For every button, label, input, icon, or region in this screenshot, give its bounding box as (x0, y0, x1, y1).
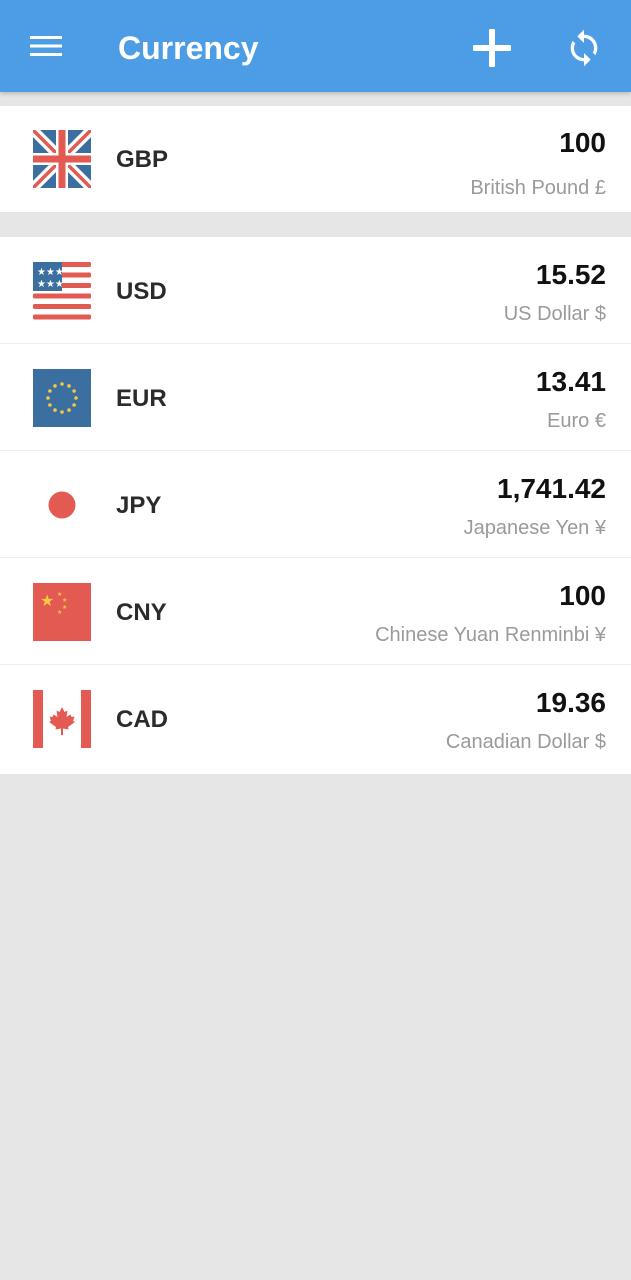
menu-button[interactable] (20, 24, 72, 68)
currency-amount: 100 (559, 580, 606, 611)
china-flag-icon: ★ ★ ★ ★ ★ (33, 583, 91, 641)
currency-symbol: £ (594, 177, 606, 199)
currency-name: Japanese Yen ¥ (464, 516, 606, 540)
refresh-icon (570, 29, 598, 67)
us-flag-icon: ★★★ ★★★ (33, 262, 91, 320)
list-item-cad[interactable]: CAD 19.36 Canadian Dollar $ (0, 665, 631, 772)
currency-full-name: British Pound (470, 177, 590, 199)
currency-code: CAD (116, 706, 168, 733)
svg-text:★★★: ★★★ (37, 279, 64, 290)
eu-flag-icon (33, 369, 91, 427)
currency-full-name: Japanese Yen (463, 517, 590, 539)
currency-symbol: € (594, 410, 606, 432)
currency-name: Canadian Dollar $ (446, 730, 606, 754)
plus-icon (473, 29, 511, 67)
svg-text:★: ★ (62, 604, 67, 611)
currency-amount: 1,741.42 (497, 473, 606, 504)
currency-amount: 19.36 (535, 687, 606, 718)
currency-code: USD (116, 278, 167, 305)
currency-code: JPY (116, 492, 162, 519)
currency-amount: 100 (559, 127, 606, 158)
currency-name: Chinese Yuan Renminbi ¥ (375, 623, 606, 647)
currency-name: Euro € (547, 409, 606, 433)
currency-full-name: Canadian Dollar (445, 731, 590, 753)
list-item-eur[interactable]: EUR 13.41 Euro € (0, 344, 631, 451)
currency-symbol: ¥ (594, 624, 606, 646)
app-bar: Currency (0, 0, 631, 92)
refresh-button[interactable] (558, 22, 610, 74)
list-item-usd[interactable]: ★★★ ★★★ USD 15.52 US Dollar $ (0, 237, 631, 344)
currency-amount: 15.52 (535, 259, 606, 290)
currency-full-name: US Dollar (503, 303, 590, 325)
currency-list: ★★★ ★★★ USD 15.52 US Dollar $ EUR 13.41 … (0, 237, 631, 774)
currency-symbol: $ (594, 731, 606, 753)
svg-text:★★★: ★★★ (37, 267, 64, 278)
currency-amount: 13.41 (535, 366, 606, 397)
uk-flag-icon (33, 130, 91, 188)
currency-name: US Dollar $ (504, 302, 606, 326)
currency-code: GBP (116, 146, 169, 173)
svg-text:★: ★ (57, 609, 62, 616)
svg-text:★: ★ (40, 591, 54, 610)
base-currency-row[interactable]: GBP 100 British Pound £ (0, 106, 631, 212)
base-currency-card: GBP 100 British Pound £ (0, 106, 631, 212)
add-currency-button[interactable] (466, 22, 518, 74)
currency-code: EUR (116, 385, 167, 412)
svg-text:★: ★ (62, 597, 67, 604)
currency-code: CNY (116, 599, 167, 626)
japan-flag-icon (33, 476, 91, 534)
currency-name: British Pound £ (470, 176, 606, 200)
currency-full-name: Chinese Yuan Renminbi (375, 624, 590, 646)
list-item-cny[interactable]: ★ ★ ★ ★ ★ CNY 100 Chinese Yuan Renminbi … (0, 558, 631, 665)
currency-symbol: ¥ (594, 517, 606, 539)
currency-symbol: $ (594, 303, 606, 325)
list-item-jpy[interactable]: JPY 1,741.42 Japanese Yen ¥ (0, 451, 631, 558)
canada-flag-icon (33, 690, 91, 748)
page-title: Currency (118, 30, 259, 66)
menu-icon (30, 36, 62, 56)
currency-full-name: Euro (547, 410, 590, 432)
